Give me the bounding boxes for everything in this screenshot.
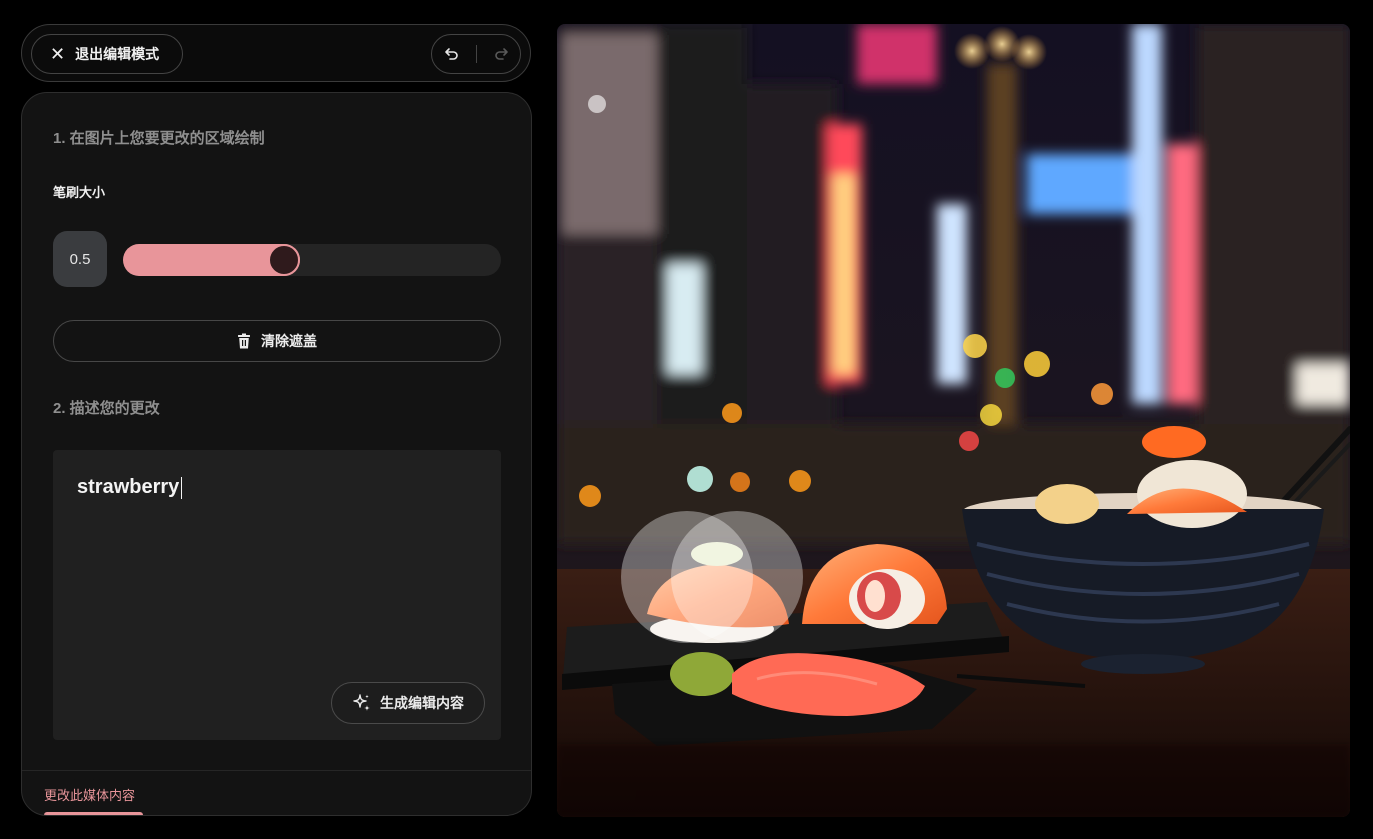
edited-photo[interactable]: [557, 24, 1350, 817]
undo-icon: [444, 48, 458, 60]
step2-title: 2. 描述您的更改: [53, 400, 160, 417]
sparkle-icon: [353, 694, 370, 711]
active-tab-indicator: [44, 812, 143, 815]
brush-size-label: 笔刷大小: [53, 185, 106, 200]
tab-change-media[interactable]: 更改此媒体内容: [44, 785, 135, 804]
brush-size-value: 0.5: [53, 231, 107, 287]
brush-size-slider[interactable]: [123, 244, 501, 276]
redo-icon: [494, 48, 508, 60]
redo-button[interactable]: [486, 39, 516, 69]
trash-icon: [238, 333, 250, 349]
slider-thumb[interactable]: [268, 244, 301, 276]
prompt-text-wrap: strawberry: [77, 476, 183, 499]
clear-mask-button[interactable]: 清除遮盖: [53, 320, 501, 362]
history-divider: [475, 45, 477, 63]
brush-mask-overlay: [621, 511, 803, 643]
edit-toolbar: ✕ 退出编辑模式: [21, 24, 531, 82]
generate-edit-label: 生成编辑内容: [380, 695, 464, 711]
text-caret: [181, 476, 183, 499]
prompt-input[interactable]: strawberry 生成编辑内容: [53, 450, 501, 740]
clear-mask-label: 清除遮盖: [261, 333, 317, 349]
history-controls: [431, 34, 521, 74]
edit-panel: 1. 在图片上您要更改的区域绘制 笔刷大小 0.5 清除遮盖 2. 描述您的更改…: [21, 92, 532, 816]
prompt-value: strawberry: [77, 476, 180, 498]
generate-edit-button[interactable]: 生成编辑内容: [331, 682, 485, 724]
exit-edit-mode-label: 退出编辑模式: [75, 46, 160, 62]
image-canvas[interactable]: [557, 24, 1350, 817]
undo-button[interactable]: [437, 39, 467, 69]
close-icon: ✕: [50, 44, 66, 64]
exit-edit-mode-button[interactable]: ✕ 退出编辑模式: [31, 34, 183, 74]
panel-footer: 更改此媒体内容: [22, 770, 531, 815]
step1-title: 1. 在图片上您要更改的区域绘制: [53, 130, 265, 147]
